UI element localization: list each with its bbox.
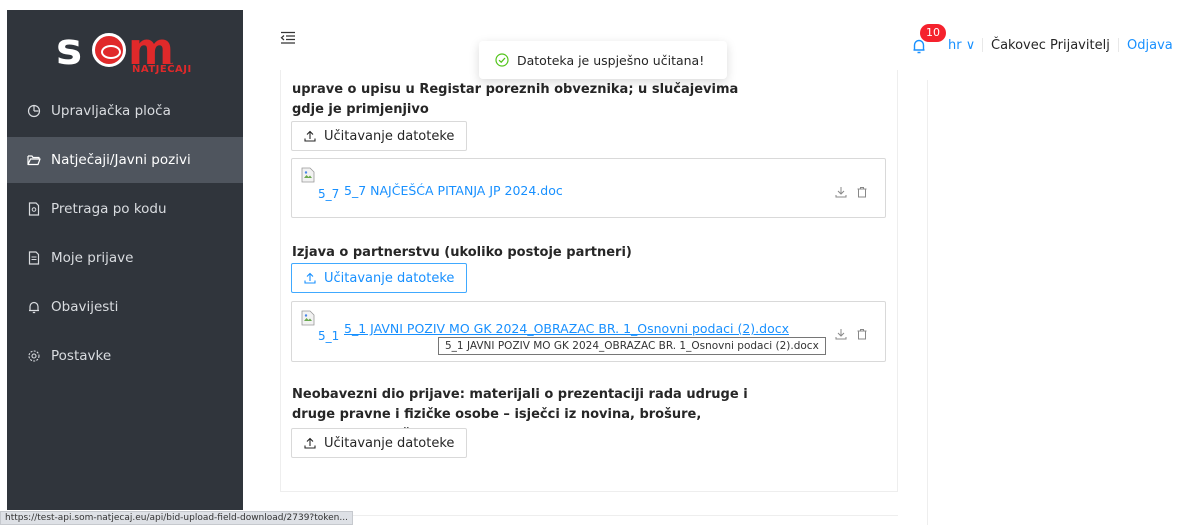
success-toast: Datoteka je uspješno učitana! [479, 41, 727, 79]
logo-s: s [56, 24, 82, 75]
sidebar-item-label: Obavijesti [51, 299, 119, 315]
folder-open-icon [27, 153, 41, 167]
sidebar-item-obavijesti[interactable]: Obavijesti [7, 284, 243, 330]
delete-icon[interactable] [856, 186, 868, 198]
logo-eye-icon [92, 33, 126, 67]
upload-label: Učitavanje datoteke [324, 128, 455, 144]
upload-file-button[interactable]: Učitavanje datoteke [291, 263, 468, 293]
download-icon[interactable] [835, 186, 847, 198]
right-panel-divider [927, 80, 928, 525]
toast-message: Datoteka je uspješno učitana! [517, 52, 705, 68]
sidebar-item-label: Moje prijave [51, 250, 134, 266]
sidebar-item-label: Postavke [51, 348, 112, 364]
broken-image-icon [301, 167, 315, 183]
upload-label: Učitavanje datoteke [324, 270, 455, 286]
sidebar: s m NATJEČAJI Upravljačka ploča Natječaj… [7, 10, 243, 510]
sidebar-item-moje-prijave[interactable]: Moje prijave [7, 235, 243, 281]
sidebar-item-label: Pretraga po kodu [51, 201, 167, 217]
content-bottom-divider [280, 515, 898, 516]
file-actions [835, 186, 868, 198]
notification-count-badge: 10 [920, 24, 946, 42]
file-search-icon [27, 202, 41, 216]
sidebar-item-natjecaji[interactable]: Natječaji/Javni pozivi [7, 137, 243, 183]
sidebar-item-label: Upravljačka ploča [51, 103, 171, 119]
broken-image-icon [301, 310, 315, 326]
section-title: Izjava o partnerstvu (ukoliko postoje pa… [292, 245, 632, 260]
delete-icon[interactable] [856, 328, 868, 340]
file-name-tooltip: 5_1 JAVNI POZIV MO GK 2024_OBRAZAC BR. 1… [438, 337, 826, 355]
sidebar-item-label: Natječaji/Javni pozivi [51, 152, 191, 168]
upload-icon [304, 437, 316, 449]
upload-icon [304, 272, 316, 284]
file-thumbnail-alt: 5_7 [318, 187, 340, 201]
user-name: Čakovec Prijavitelj [991, 38, 1110, 53]
download-icon[interactable] [835, 328, 847, 340]
header-divider [982, 38, 983, 52]
header-divider [1118, 38, 1119, 52]
file-thumbnail-alt: 5_1 [318, 329, 340, 343]
logo-subtitle: NATJEČAJI [132, 64, 192, 75]
upload-file-button[interactable]: Učitavanje datoteke [291, 428, 468, 458]
settings-icon [27, 349, 41, 363]
uploaded-file-item: 5_7 5_7 NAJČEŠĆA PITANJA JP 2024.doc [291, 158, 886, 218]
browser-status-url: https://test-api.som-natjecaj.eu/api/bid… [0, 511, 353, 525]
check-circle-icon [495, 53, 509, 67]
file-text-icon [27, 251, 41, 265]
logout-link[interactable]: Odjava [1127, 38, 1173, 53]
file-link[interactable]: 5_7 NAJČEŠĆA PITANJA JP 2024.doc [344, 183, 563, 198]
language-select[interactable]: hr ∨ [948, 38, 975, 53]
upload-icon [304, 130, 316, 142]
sidebar-item-postavke[interactable]: Postavke [7, 333, 243, 379]
page: s m NATJEČAJI Upravljačka ploča Natječaj… [0, 0, 1197, 525]
file-link[interactable]: 5_1 JAVNI POZIV MO GK 2024_OBRAZAC BR. 1… [344, 321, 789, 336]
menu-fold-icon[interactable] [280, 30, 296, 44]
file-actions [835, 328, 868, 340]
sidebar-item-pretraga[interactable]: Pretraga po kodu [7, 186, 243, 232]
logo[interactable]: s m NATJEČAJI [56, 24, 196, 78]
upload-label: Učitavanje datoteke [324, 435, 455, 451]
bell-icon [27, 300, 41, 314]
upload-file-button[interactable]: Učitavanje datoteke [291, 121, 468, 151]
sidebar-item-dashboard[interactable]: Upravljačka ploča [7, 88, 243, 134]
dashboard-icon [27, 104, 41, 118]
section-title: uprave o upisu u Registar poreznih obvez… [292, 82, 739, 117]
